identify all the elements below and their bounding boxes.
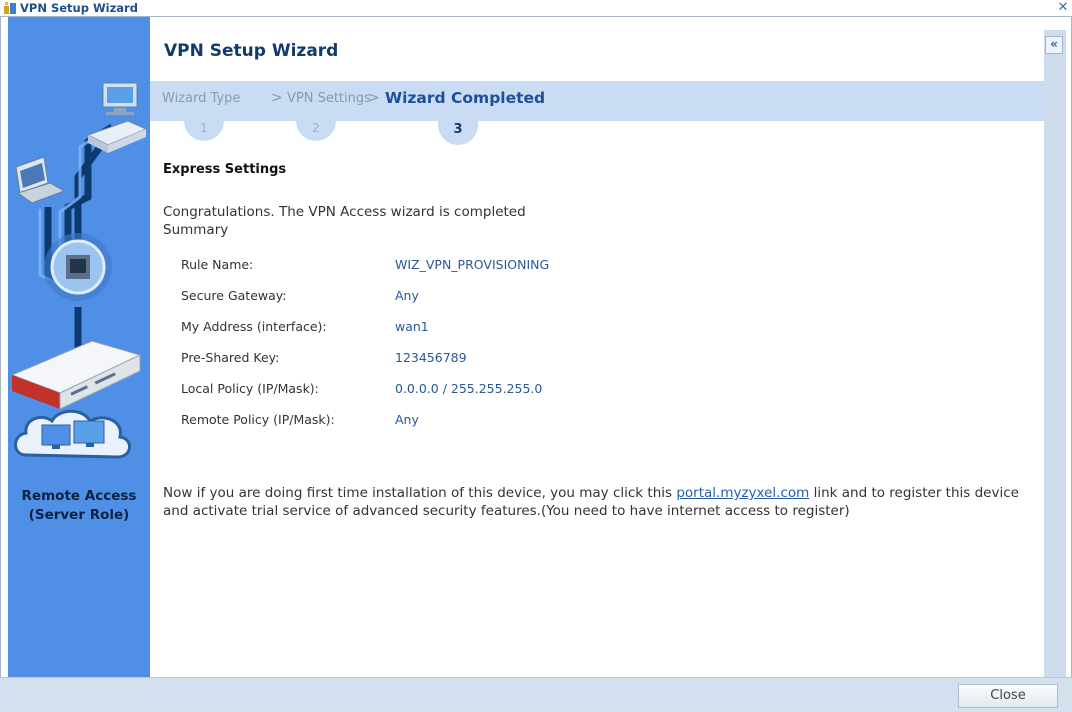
registration-info: Now if you are doing first time installa…	[163, 484, 1033, 520]
congrats-message: Congratulations. The VPN Access wizard i…	[163, 204, 526, 220]
summary-row-value: 0.0.0.0 / 255.255.255.0	[395, 381, 543, 396]
page-title: VPN Setup Wizard	[164, 41, 339, 61]
window-titlebar: VPN Setup Wizard ✕	[0, 0, 1072, 16]
close-button[interactable]: Close	[958, 684, 1058, 708]
sidebar-caption-line2: (Server Role)	[28, 507, 130, 523]
network-illustration	[10, 82, 148, 459]
summary-row-label: Pre-Shared Key:	[181, 350, 280, 365]
step-separator: >	[271, 90, 283, 106]
summary-row-value: Any	[395, 288, 419, 303]
summary-heading: Summary	[163, 222, 229, 238]
wizard-sidebar: Remote Access (Server Role)	[8, 17, 150, 677]
summary-row-value: 123456789	[395, 350, 467, 365]
step-number-2: 2	[296, 119, 336, 141]
summary-row-value: Any	[395, 412, 419, 427]
step-vpn-settings: VPN Settings	[287, 91, 371, 106]
collapse-icon[interactable]: «	[1045, 36, 1063, 54]
wizard-main: VPN Setup Wizard Wizard Type > VPN Setti…	[150, 17, 1044, 677]
sidebar-caption-line1: Remote Access	[21, 488, 137, 504]
step-wizard-completed: Wizard Completed	[385, 89, 546, 107]
monitor-graphic	[102, 82, 138, 115]
window-close-icon[interactable]: ✕	[1056, 0, 1070, 16]
registration-info-before: Now if you are doing first time installa…	[163, 485, 677, 501]
right-scroll-strip	[1044, 30, 1066, 677]
step-number-3: 3	[438, 119, 478, 145]
step-separator: >	[368, 90, 380, 106]
summary-row-label: Local Policy (IP/Mask):	[181, 381, 319, 396]
summary-row-label: Rule Name:	[181, 257, 254, 272]
portal-link[interactable]: portal.myzyxel.com	[676, 485, 809, 501]
wizard-app-icon	[4, 2, 16, 14]
summary-row-label: My Address (interface):	[181, 319, 327, 334]
step-wizard-type: Wizard Type	[162, 91, 241, 106]
step-number-1: 1	[184, 119, 224, 141]
summary-row-value: wan1	[395, 319, 429, 334]
sidebar-caption: Remote Access (Server Role)	[8, 487, 150, 525]
summary-row-value: WIZ_VPN_PROVISIONING	[395, 257, 550, 272]
wizard-footer	[0, 677, 1072, 712]
summary-row-label: Secure Gateway:	[181, 288, 287, 303]
summary-row-label: Remote Policy (IP/Mask):	[181, 412, 335, 427]
window-title: VPN Setup Wizard	[20, 1, 138, 15]
wizard-steps-bar: Wizard Type > VPN Settings > Wizard Comp…	[150, 81, 1044, 121]
express-settings-heading: Express Settings	[163, 162, 287, 177]
